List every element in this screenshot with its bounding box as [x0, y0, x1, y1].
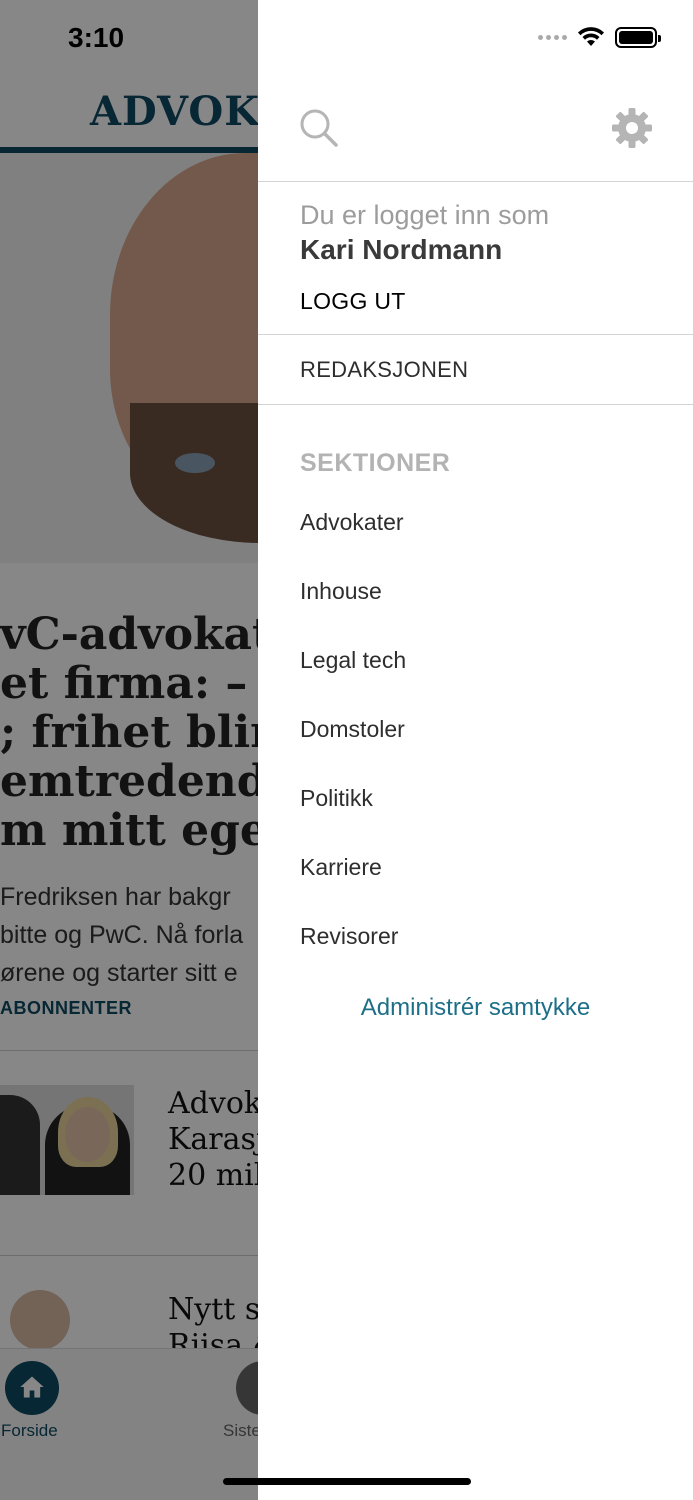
divider	[258, 334, 693, 335]
section-item-politikk[interactable]: Politikk	[300, 785, 373, 812]
sections-heading: SEKTIONER	[300, 449, 451, 477]
section-item-legal-tech[interactable]: Legal tech	[300, 647, 406, 674]
section-item-revisorer[interactable]: Revisorer	[300, 923, 398, 950]
section-item-advokater[interactable]: Advokater	[300, 509, 404, 536]
section-item-inhouse[interactable]: Inhouse	[300, 578, 382, 605]
logged-in-label: Du er logget inn som	[300, 200, 550, 230]
redaksjonen-link[interactable]: REDAKSJONEN	[300, 357, 468, 383]
divider	[258, 181, 693, 182]
gear-icon[interactable]	[610, 106, 654, 150]
battery-icon	[615, 26, 661, 48]
home-indicator[interactable]	[223, 1478, 471, 1485]
wifi-icon	[578, 27, 604, 46]
manage-consent-link[interactable]: Administrér samtykke	[258, 994, 693, 1022]
status-indicators	[538, 26, 661, 48]
section-item-domstoler[interactable]: Domstoler	[300, 716, 405, 743]
logout-button[interactable]: LOGG UT	[300, 288, 406, 315]
cellular-signal-icon	[538, 34, 567, 40]
search-icon[interactable]	[298, 107, 340, 149]
divider	[258, 404, 693, 405]
section-item-karriere[interactable]: Karriere	[300, 854, 382, 881]
side-menu-drawer: Du er logget inn som Kari Nordmann LOGG …	[258, 0, 693, 1500]
user-name: Kari Nordmann	[300, 234, 503, 265]
